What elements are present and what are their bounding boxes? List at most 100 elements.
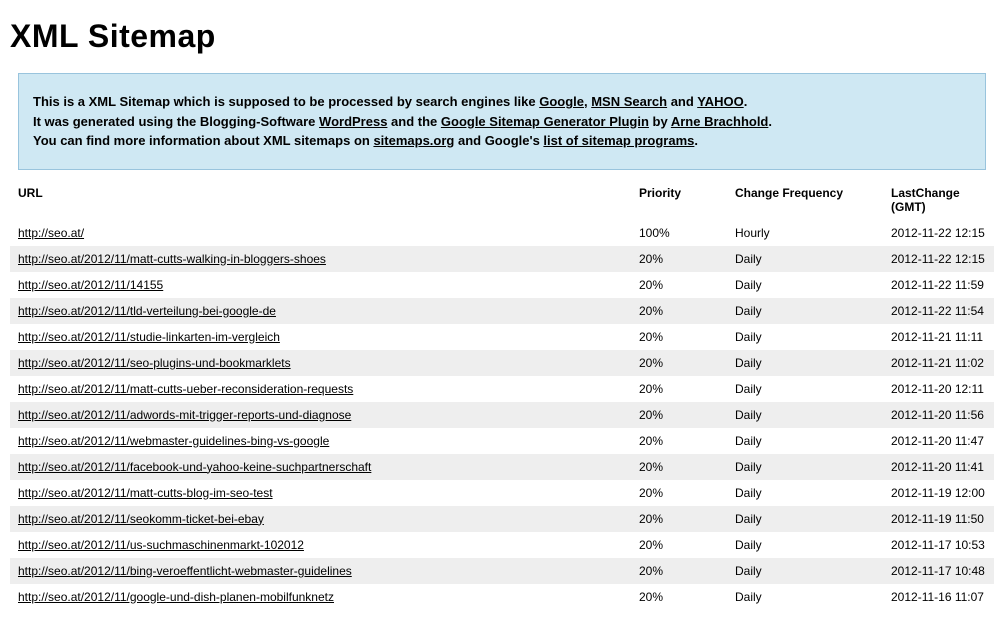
cell-url: http://seo.at/2012/11/us-suchmaschinenma…: [10, 532, 631, 558]
info-text: and Google's: [454, 133, 543, 148]
sitemap-url-link[interactable]: http://seo.at/2012/11/matt-cutts-ueber-r…: [18, 382, 353, 396]
header-priority: Priority: [631, 180, 727, 220]
cell-url: http://seo.at/2012/11/bing-veroeffentlic…: [10, 558, 631, 584]
cell-priority: 20%: [631, 298, 727, 324]
cell-change-frequency: Daily: [727, 480, 883, 506]
info-text: and: [667, 94, 697, 109]
table-row: http://seo.at/2012/11/bing-veroeffentlic…: [10, 558, 994, 584]
cell-url: http://seo.at/2012/11/facebook-und-yahoo…: [10, 454, 631, 480]
sitemap-url-link[interactable]: http://seo.at/2012/11/matt-cutts-blog-im…: [18, 486, 273, 500]
cell-url: http://seo.at/2012/11/matt-cutts-ueber-r…: [10, 376, 631, 402]
cell-last-change: 2012-11-20 11:47: [883, 428, 994, 454]
page-title: XML Sitemap: [10, 18, 994, 55]
cell-url: http://seo.at/: [10, 220, 631, 246]
cell-priority: 20%: [631, 506, 727, 532]
cell-priority: 20%: [631, 350, 727, 376]
header-url: URL: [10, 180, 631, 220]
cell-last-change: 2012-11-22 12:15: [883, 246, 994, 272]
cell-priority: 20%: [631, 428, 727, 454]
table-row: http://seo.at/2012/11/matt-cutts-blog-im…: [10, 480, 994, 506]
table-row: http://seo.at/2012/11/adwords-mit-trigge…: [10, 402, 994, 428]
info-line-1: This is a XML Sitemap which is supposed …: [33, 92, 971, 112]
link-yahoo[interactable]: YAHOO: [697, 94, 743, 109]
cell-priority: 20%: [631, 584, 727, 610]
table-row: http://seo.at/2012/11/webmaster-guidelin…: [10, 428, 994, 454]
info-text: You can find more information about XML …: [33, 133, 373, 148]
header-change-frequency: Change Frequency: [727, 180, 883, 220]
link-sitemap-plugin[interactable]: Google Sitemap Generator Plugin: [441, 114, 649, 129]
sitemap-url-link[interactable]: http://seo.at/2012/11/tld-verteilung-bei…: [18, 304, 276, 318]
table-row: http://seo.at/2012/11/matt-cutts-walking…: [10, 246, 994, 272]
table-row: http://seo.at/2012/11/matt-cutts-ueber-r…: [10, 376, 994, 402]
info-text: .: [744, 94, 748, 109]
info-text: .: [768, 114, 772, 129]
cell-last-change: 2012-11-20 11:41: [883, 454, 994, 480]
info-line-3: You can find more information about XML …: [33, 131, 971, 151]
table-row: http://seo.at/2012/11/14155 20%Daily2012-…: [10, 272, 994, 298]
cell-change-frequency: Daily: [727, 506, 883, 532]
sitemap-url-link[interactable]: http://seo.at/2012/11/facebook-und-yahoo…: [18, 460, 371, 474]
sitemap-table: URL Priority Change Frequency LastChange…: [10, 180, 994, 610]
cell-last-change: 2012-11-17 10:48: [883, 558, 994, 584]
cell-last-change: 2012-11-20 12:11: [883, 376, 994, 402]
cell-url: http://seo.at/2012/11/studie-linkarten-i…: [10, 324, 631, 350]
info-text: by: [649, 114, 671, 129]
sitemap-url-link[interactable]: http://seo.at/2012/11/studie-linkarten-i…: [18, 330, 280, 344]
table-row: http://seo.at/2012/11/seokomm-ticket-bei…: [10, 506, 994, 532]
cell-priority: 20%: [631, 376, 727, 402]
sitemap-url-link[interactable]: http://seo.at/2012/11/webmaster-guidelin…: [18, 434, 329, 448]
table-row: http://seo.at/2012/11/tld-verteilung-bei…: [10, 298, 994, 324]
cell-change-frequency: Daily: [727, 246, 883, 272]
cell-priority: 100%: [631, 220, 727, 246]
cell-last-change: 2012-11-20 11:56: [883, 402, 994, 428]
sitemap-url-link[interactable]: http://seo.at/2012/11/us-suchmaschinenma…: [18, 538, 304, 552]
sitemap-url-link[interactable]: http://seo.at/2012/11/bing-veroeffentlic…: [18, 564, 352, 578]
table-row: http://seo.at/2012/11/us-suchmaschinenma…: [10, 532, 994, 558]
cell-change-frequency: Daily: [727, 584, 883, 610]
info-text: This is a XML Sitemap which is supposed …: [33, 94, 539, 109]
sitemap-url-link[interactable]: http://seo.at/2012/11/seo-plugins-und-bo…: [18, 356, 291, 370]
link-wordpress[interactable]: WordPress: [319, 114, 387, 129]
sitemap-url-link[interactable]: http://seo.at/2012/11/google-und-dish-pl…: [18, 590, 334, 604]
cell-change-frequency: Daily: [727, 428, 883, 454]
link-sitemap-programs[interactable]: list of sitemap programs: [543, 133, 694, 148]
cell-change-frequency: Daily: [727, 376, 883, 402]
cell-change-frequency: Hourly: [727, 220, 883, 246]
table-header-row: URL Priority Change Frequency LastChange…: [10, 180, 994, 220]
cell-last-change: 2012-11-16 11:07: [883, 584, 994, 610]
cell-last-change: 2012-11-22 11:59: [883, 272, 994, 298]
cell-change-frequency: Daily: [727, 402, 883, 428]
cell-change-frequency: Daily: [727, 454, 883, 480]
sitemap-url-link[interactable]: http://seo.at/2012/11/adwords-mit-trigge…: [18, 408, 351, 422]
cell-priority: 20%: [631, 454, 727, 480]
info-text: and the: [387, 114, 440, 129]
link-author[interactable]: Arne Brachhold: [671, 114, 769, 129]
header-last-change: LastChange (GMT): [883, 180, 994, 220]
cell-priority: 20%: [631, 246, 727, 272]
cell-change-frequency: Daily: [727, 272, 883, 298]
cell-last-change: 2012-11-17 10:53: [883, 532, 994, 558]
link-sitemaps-org[interactable]: sitemaps.org: [373, 133, 454, 148]
cell-url: http://seo.at/2012/11/matt-cutts-blog-im…: [10, 480, 631, 506]
table-row: http://seo.at/2012/11/google-und-dish-pl…: [10, 584, 994, 610]
link-google[interactable]: Google: [539, 94, 584, 109]
info-line-2: It was generated using the Blogging-Soft…: [33, 112, 971, 132]
table-row: http://seo.at/2012/11/seo-plugins-und-bo…: [10, 350, 994, 376]
info-box: This is a XML Sitemap which is supposed …: [18, 73, 986, 170]
cell-url: http://seo.at/2012/11/tld-verteilung-bei…: [10, 298, 631, 324]
sitemap-url-link[interactable]: http://seo.at/2012/11/14155: [18, 278, 163, 292]
cell-change-frequency: Daily: [727, 350, 883, 376]
cell-url: http://seo.at/2012/11/seokomm-ticket-bei…: [10, 506, 631, 532]
cell-priority: 20%: [631, 272, 727, 298]
link-msn-search[interactable]: MSN Search: [591, 94, 667, 109]
cell-last-change: 2012-11-22 11:54: [883, 298, 994, 324]
cell-url: http://seo.at/2012/11/webmaster-guidelin…: [10, 428, 631, 454]
sitemap-url-link[interactable]: http://seo.at/2012/11/matt-cutts-walking…: [18, 252, 326, 266]
sitemap-url-link[interactable]: http://seo.at/2012/11/seokomm-ticket-bei…: [18, 512, 264, 526]
cell-last-change: 2012-11-21 11:02: [883, 350, 994, 376]
cell-change-frequency: Daily: [727, 298, 883, 324]
sitemap-url-link[interactable]: http://seo.at/: [18, 226, 84, 240]
table-row: http://seo.at/2012/11/studie-linkarten-i…: [10, 324, 994, 350]
cell-priority: 20%: [631, 558, 727, 584]
cell-last-change: 2012-11-22 12:15: [883, 220, 994, 246]
